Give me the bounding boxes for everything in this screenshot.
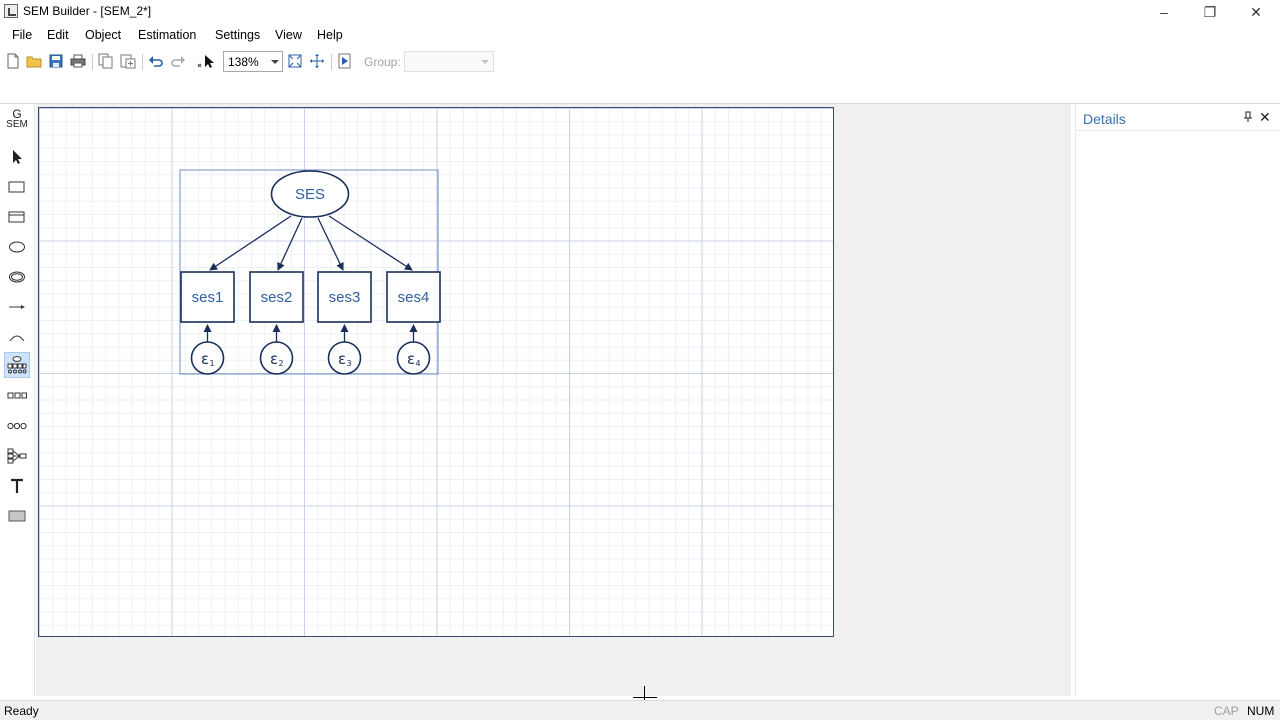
zoom-value: 138% xyxy=(228,55,259,69)
tool-palette: G SEM xyxy=(0,104,35,696)
error-symbol: ε xyxy=(201,350,209,368)
text-tool[interactable] xyxy=(4,473,30,499)
error-variable-e1[interactable]: ε 1 xyxy=(190,341,225,375)
observed-variable-ses4[interactable]: ses4 xyxy=(386,271,441,323)
details-pane: Details ✕ xyxy=(1075,104,1280,696)
observed-variable-ses3[interactable]: ses3 xyxy=(317,271,372,323)
select-cursor-icon[interactable] xyxy=(197,52,215,70)
menu-settings[interactable]: Settings xyxy=(215,28,260,42)
covariance-tool[interactable] xyxy=(4,324,30,350)
copy-icon[interactable] xyxy=(97,52,115,70)
error-subscript: 3 xyxy=(346,359,351,368)
menu-view[interactable]: View xyxy=(275,28,302,42)
path-tool[interactable] xyxy=(4,294,30,320)
observed-set-tool[interactable] xyxy=(4,383,30,409)
paste-icon[interactable] xyxy=(119,52,137,70)
path-ses-ses2[interactable] xyxy=(277,217,303,271)
title-bar: SEM Builder - [SEM_2*] – ❐ ✕ xyxy=(0,0,1280,24)
menu-help[interactable]: Help xyxy=(317,28,343,42)
pan-move-icon[interactable] xyxy=(308,52,326,70)
error-symbol: ε xyxy=(407,350,415,368)
menu-object[interactable]: Object xyxy=(85,28,121,42)
group-select[interactable] xyxy=(404,51,494,72)
fit-zoom-icon[interactable] xyxy=(286,52,304,70)
diagram-paper[interactable]: SES ses1 ses2 ses3 ses4 ε 1 ε 2 ε 3 ε 4 xyxy=(38,107,834,637)
error-variable-e2[interactable]: ε 2 xyxy=(259,341,294,375)
observed-variable-ses1[interactable]: ses1 xyxy=(180,271,235,323)
gsem-label-sem: SEM xyxy=(6,119,28,130)
num-lock-indicator: NUM xyxy=(1247,704,1275,718)
observed-label: ses2 xyxy=(261,289,293,306)
observed-variable-tool[interactable] xyxy=(4,174,30,200)
menu-bar: File Edit Object Estimation Settings Vie… xyxy=(0,25,1280,47)
path-ses-ses4[interactable] xyxy=(328,215,413,271)
latent-set-tool[interactable] xyxy=(4,413,30,439)
area-tool[interactable] xyxy=(4,503,30,529)
app-icon xyxy=(4,4,18,18)
error-variable-e4[interactable]: ε 4 xyxy=(396,341,431,375)
error-subscript: 1 xyxy=(209,359,214,368)
open-folder-icon[interactable] xyxy=(25,52,43,70)
undo-icon[interactable] xyxy=(147,52,165,70)
save-icon[interactable] xyxy=(47,52,65,70)
new-file-icon[interactable] xyxy=(4,52,22,70)
observed-label: ses1 xyxy=(192,289,224,306)
window-title: SEM Builder - [SEM_2*] xyxy=(23,4,152,18)
observed-label: ses3 xyxy=(329,289,361,306)
regression-component-tool[interactable] xyxy=(4,443,30,469)
gsem-toggle[interactable]: G SEM xyxy=(5,108,29,130)
measurement-component-tool[interactable] xyxy=(4,352,30,378)
error-symbol: ε xyxy=(338,350,346,368)
generalized-response-tool[interactable] xyxy=(4,204,30,230)
sem-diagram[interactable]: SES ses1 ses2 ses3 ses4 ε 1 ε 2 ε 3 ε 4 xyxy=(39,108,835,638)
group-label: Group: xyxy=(364,55,401,69)
menu-estimation[interactable]: Estimation xyxy=(138,28,196,42)
status-text: Ready xyxy=(4,704,39,718)
status-bar: Ready CAP NUM xyxy=(0,700,1280,720)
toolbar: 138% Group: xyxy=(0,48,1280,76)
canvas-area[interactable]: SES ses1 ses2 ses3 ses4 ε 1 ε 2 ε 3 ε 4 xyxy=(36,104,1071,710)
latent-variable-ses[interactable]: SES xyxy=(270,170,350,218)
close-button[interactable]: ✕ xyxy=(1233,0,1279,24)
observed-label: ses4 xyxy=(398,289,430,306)
details-title: Details xyxy=(1083,111,1126,127)
menu-file[interactable]: File xyxy=(12,28,32,42)
path-ses-ses1[interactable] xyxy=(209,215,292,271)
menu-edit[interactable]: Edit xyxy=(47,28,69,42)
minimize-button[interactable]: – xyxy=(1141,0,1187,24)
error-subscript: 2 xyxy=(278,359,283,368)
error-symbol: ε xyxy=(270,350,278,368)
observed-variable-ses2[interactable]: ses2 xyxy=(249,271,304,323)
latent-label: SES xyxy=(295,186,325,203)
close-icon[interactable]: ✕ xyxy=(1259,109,1271,126)
zoom-select[interactable]: 138% xyxy=(223,51,283,72)
select-tool[interactable] xyxy=(4,144,30,170)
latent-variable-tool[interactable] xyxy=(4,234,30,260)
redo-icon[interactable] xyxy=(169,52,187,70)
print-icon[interactable] xyxy=(69,52,87,70)
maximize-button[interactable]: ❐ xyxy=(1187,0,1233,24)
chevron-down-icon xyxy=(271,60,279,64)
error-subscript: 4 xyxy=(415,359,420,368)
sem-builder-window: SEM Builder - [SEM_2*] – ❐ ✕ File Edit O… xyxy=(0,0,1280,720)
chevron-down-icon xyxy=(481,60,489,64)
estimate-run-icon[interactable] xyxy=(336,52,354,70)
multilevel-latent-tool[interactable] xyxy=(4,264,30,290)
caps-lock-indicator: CAP xyxy=(1214,704,1239,718)
pin-icon[interactable] xyxy=(1242,111,1254,123)
path-ses-ses3[interactable] xyxy=(317,217,344,271)
error-variable-e3[interactable]: ε 3 xyxy=(327,341,362,375)
